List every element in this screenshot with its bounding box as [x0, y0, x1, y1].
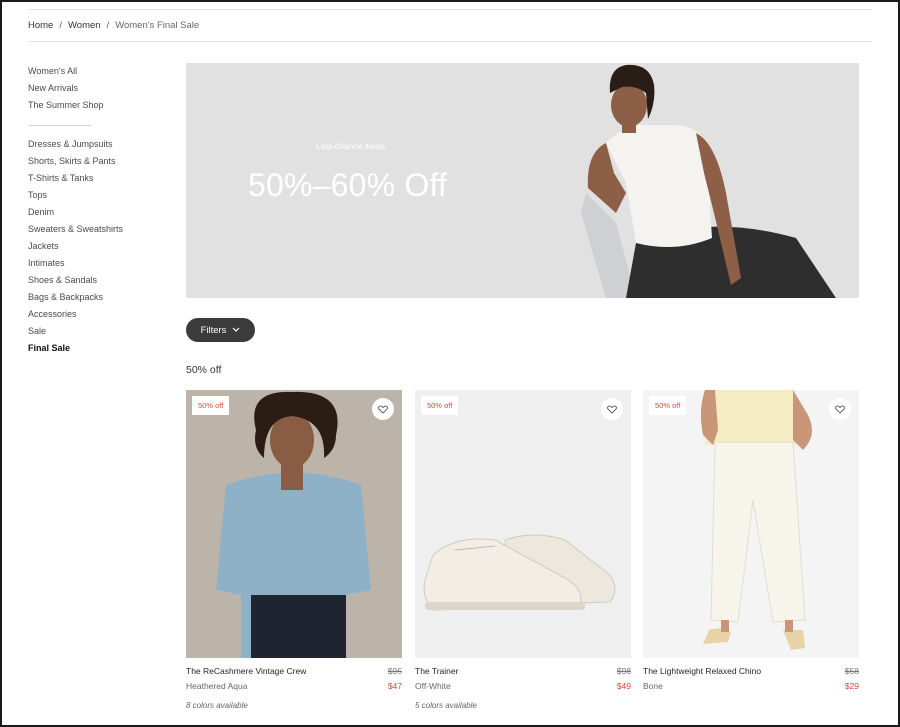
- product-name[interactable]: The Lightweight Relaxed Chino: [643, 666, 761, 676]
- filters-button[interactable]: Filters: [186, 318, 255, 342]
- heart-icon: [607, 405, 617, 414]
- wishlist-button[interactable]: [829, 398, 851, 420]
- breadcrumb-women[interactable]: Women: [68, 20, 101, 31]
- sidebar-item-shoes[interactable]: Shoes & Sandals: [28, 275, 168, 292]
- product-card[interactable]: 50% off The ReCashmere Vintage Crew $95 …: [186, 390, 402, 710]
- heart-icon: [378, 405, 388, 414]
- sidebar-item-shorts[interactable]: Shorts, Skirts & Pants: [28, 156, 168, 173]
- product-image[interactable]: 50% off: [186, 390, 402, 658]
- sale-price: $29: [844, 681, 859, 691]
- product-image[interactable]: 50% off: [643, 390, 859, 658]
- sidebar-item-jackets[interactable]: Jackets: [28, 241, 168, 258]
- original-price: $98: [616, 666, 631, 676]
- breadcrumb-home[interactable]: Home: [28, 20, 53, 31]
- hero-eyebrow: Last-chance items.: [316, 141, 388, 151]
- sale-price: $47: [387, 681, 402, 691]
- sidebar-divider: [28, 125, 92, 126]
- color-availability[interactable]: 8 colors available: [186, 701, 402, 710]
- section-title: 50% off: [186, 364, 222, 376]
- sidebar-item-summer-shop[interactable]: The Summer Shop: [28, 100, 168, 117]
- sidebar-item-new-arrivals[interactable]: New Arrivals: [28, 83, 168, 100]
- sidebar-item-bags[interactable]: Bags & Backpacks: [28, 292, 168, 309]
- sale-badge: 50% off: [649, 396, 687, 415]
- top-divider: [28, 9, 872, 10]
- original-price: $95: [387, 666, 402, 676]
- product-color: Off-White: [415, 681, 451, 691]
- sidebar-item-denim[interactable]: Denim: [28, 207, 168, 224]
- product-color: Bone: [643, 681, 663, 691]
- category-sidebar: Women's All New Arrivals The Summer Shop…: [28, 66, 168, 360]
- product-card[interactable]: 50% off The Trainer $98 Off-White $49 5 …: [415, 390, 631, 710]
- heart-icon: [835, 405, 845, 414]
- product-name[interactable]: The Trainer: [415, 666, 458, 676]
- original-price: $58: [844, 666, 859, 676]
- sale-badge: 50% off: [421, 396, 459, 415]
- wishlist-button[interactable]: [601, 398, 623, 420]
- sidebar-item-dresses[interactable]: Dresses & Jumpsuits: [28, 139, 168, 156]
- product-photo-sweater: [186, 390, 402, 658]
- product-name[interactable]: The ReCashmere Vintage Crew: [186, 666, 306, 676]
- breadcrumb-separator: /: [106, 20, 110, 31]
- breadcrumb: Home / Women / Women's Final Sale: [28, 20, 199, 31]
- product-photo-trainer: [415, 390, 631, 658]
- chevron-down-icon: [233, 327, 240, 332]
- sale-badge: 50% off: [192, 396, 230, 415]
- sidebar-item-intimates[interactable]: Intimates: [28, 258, 168, 275]
- sidebar-item-sweaters[interactable]: Sweaters & Sweatshirts: [28, 224, 168, 241]
- sale-price: $49: [616, 681, 631, 691]
- sidebar-item-womens-all[interactable]: Women's All: [28, 66, 168, 83]
- sidebar-item-tops[interactable]: Tops: [28, 190, 168, 207]
- breadcrumb-current: Women's Final Sale: [115, 20, 200, 31]
- sidebar-item-final-sale[interactable]: Final Sale: [28, 343, 168, 360]
- product-color: Heathered Aqua: [186, 681, 248, 691]
- breadcrumb-separator: /: [59, 20, 62, 31]
- filters-label: Filters: [200, 324, 227, 336]
- hero-headline: 50%–60% Off: [248, 167, 448, 203]
- breadcrumb-divider: [28, 41, 872, 42]
- hero-model-image: [581, 64, 836, 298]
- hero-banner[interactable]: Last-chance items. 50%–60% Off: [186, 63, 859, 298]
- color-availability[interactable]: 5 colors available: [415, 701, 631, 710]
- product-card[interactable]: 50% off The Lightweight Relaxed Chino $5…: [643, 390, 859, 691]
- product-photo-chino: [643, 390, 859, 658]
- wishlist-button[interactable]: [372, 398, 394, 420]
- sidebar-item-accessories[interactable]: Accessories: [28, 309, 168, 326]
- sidebar-item-sale[interactable]: Sale: [28, 326, 168, 343]
- sidebar-item-tshirts[interactable]: T-Shirts & Tanks: [28, 173, 168, 190]
- product-image[interactable]: 50% off: [415, 390, 631, 658]
